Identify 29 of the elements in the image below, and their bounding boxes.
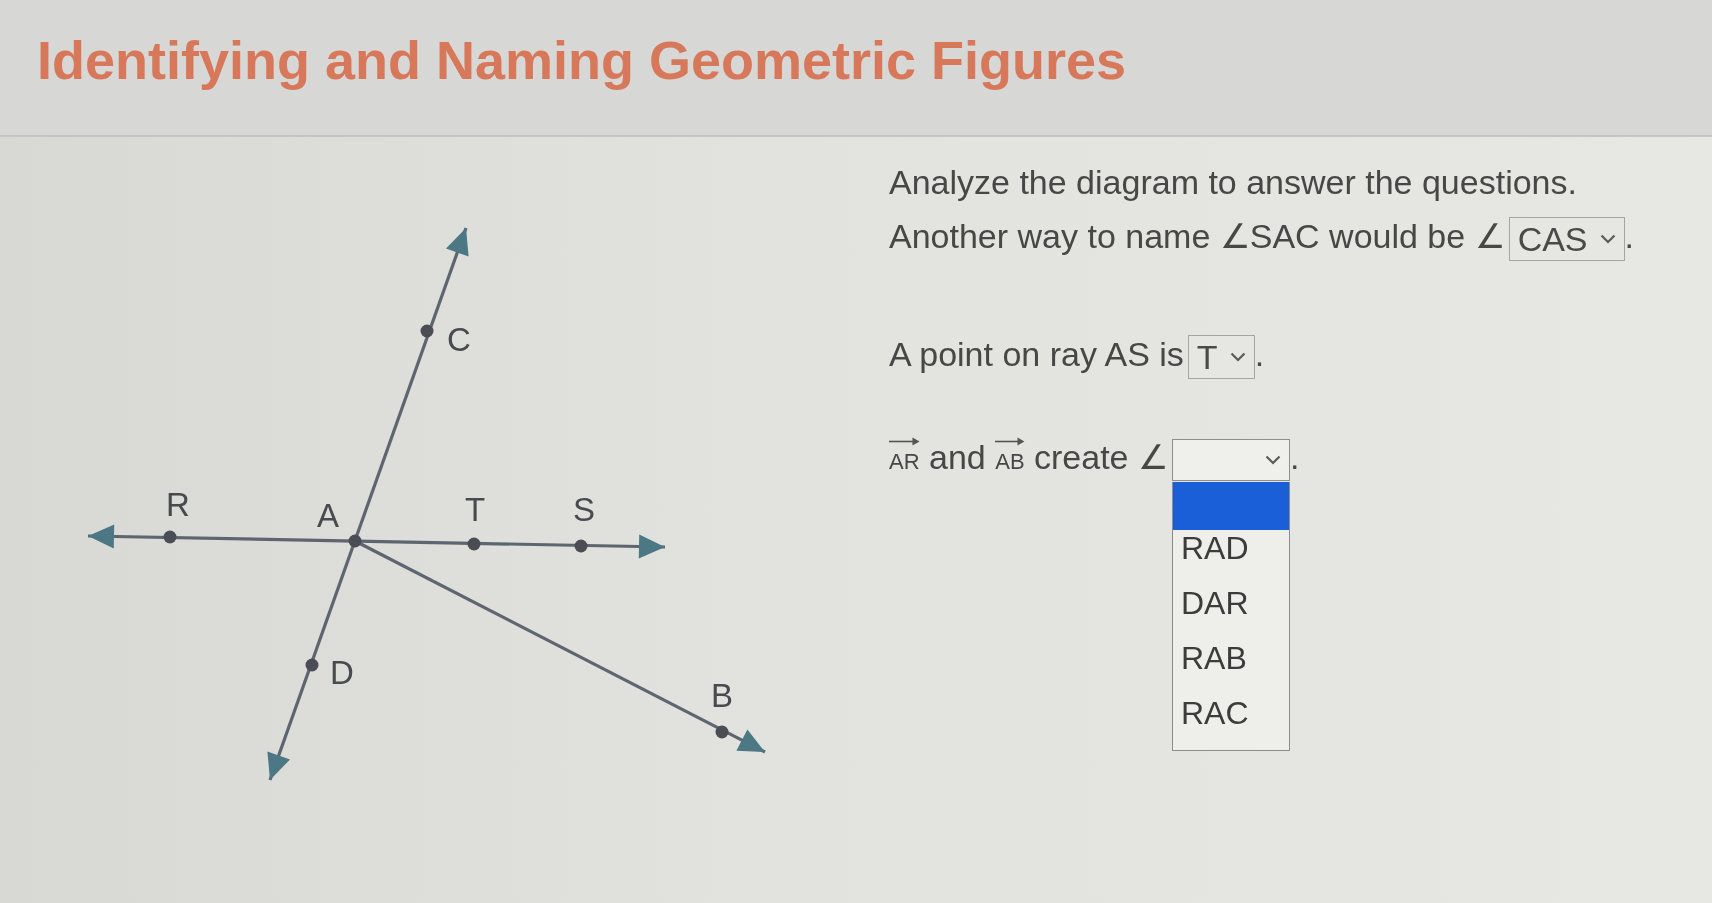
chevron-down-icon xyxy=(1229,352,1246,362)
question-text: . xyxy=(1254,335,1265,373)
question-text: . xyxy=(1289,438,1300,476)
chevron-down-icon xyxy=(1599,234,1616,244)
ray-name: AR xyxy=(889,449,920,474)
dropdown[interactable]: T xyxy=(1187,335,1255,379)
dropdown-option[interactable]: RAD xyxy=(1172,530,1289,585)
question-text: . xyxy=(1624,217,1634,255)
ray-arrow-icon xyxy=(995,437,1025,446)
instructions-text: Analyze the diagram to answer the questions. xyxy=(889,163,1577,201)
point-label: C xyxy=(447,321,471,358)
question-text: Another way to name ∠SAC would be ∠ xyxy=(889,217,1505,255)
dropdown-option[interactable]: RAC xyxy=(1172,695,1289,750)
dropdown[interactable]: CAS xyxy=(1508,217,1625,261)
point-label: R xyxy=(166,486,190,523)
question-text: and xyxy=(929,438,986,476)
point-label: T xyxy=(464,491,486,528)
question-text: A point on ray AS is xyxy=(889,335,1184,373)
ray-arrow-icon xyxy=(889,437,920,446)
point-label: S xyxy=(573,491,595,528)
point-label: A xyxy=(317,497,339,534)
chevron-down-icon xyxy=(1264,455,1281,465)
point-label: D xyxy=(330,654,354,691)
dropdown-option[interactable]: RAB xyxy=(1172,640,1289,695)
dropdown[interactable] xyxy=(1171,439,1290,481)
dropdown-option[interactable]: DAR xyxy=(1172,585,1289,640)
point-label: B xyxy=(711,677,733,714)
ray-name: AB xyxy=(995,449,1025,474)
question-text: create ∠ xyxy=(1034,438,1168,476)
